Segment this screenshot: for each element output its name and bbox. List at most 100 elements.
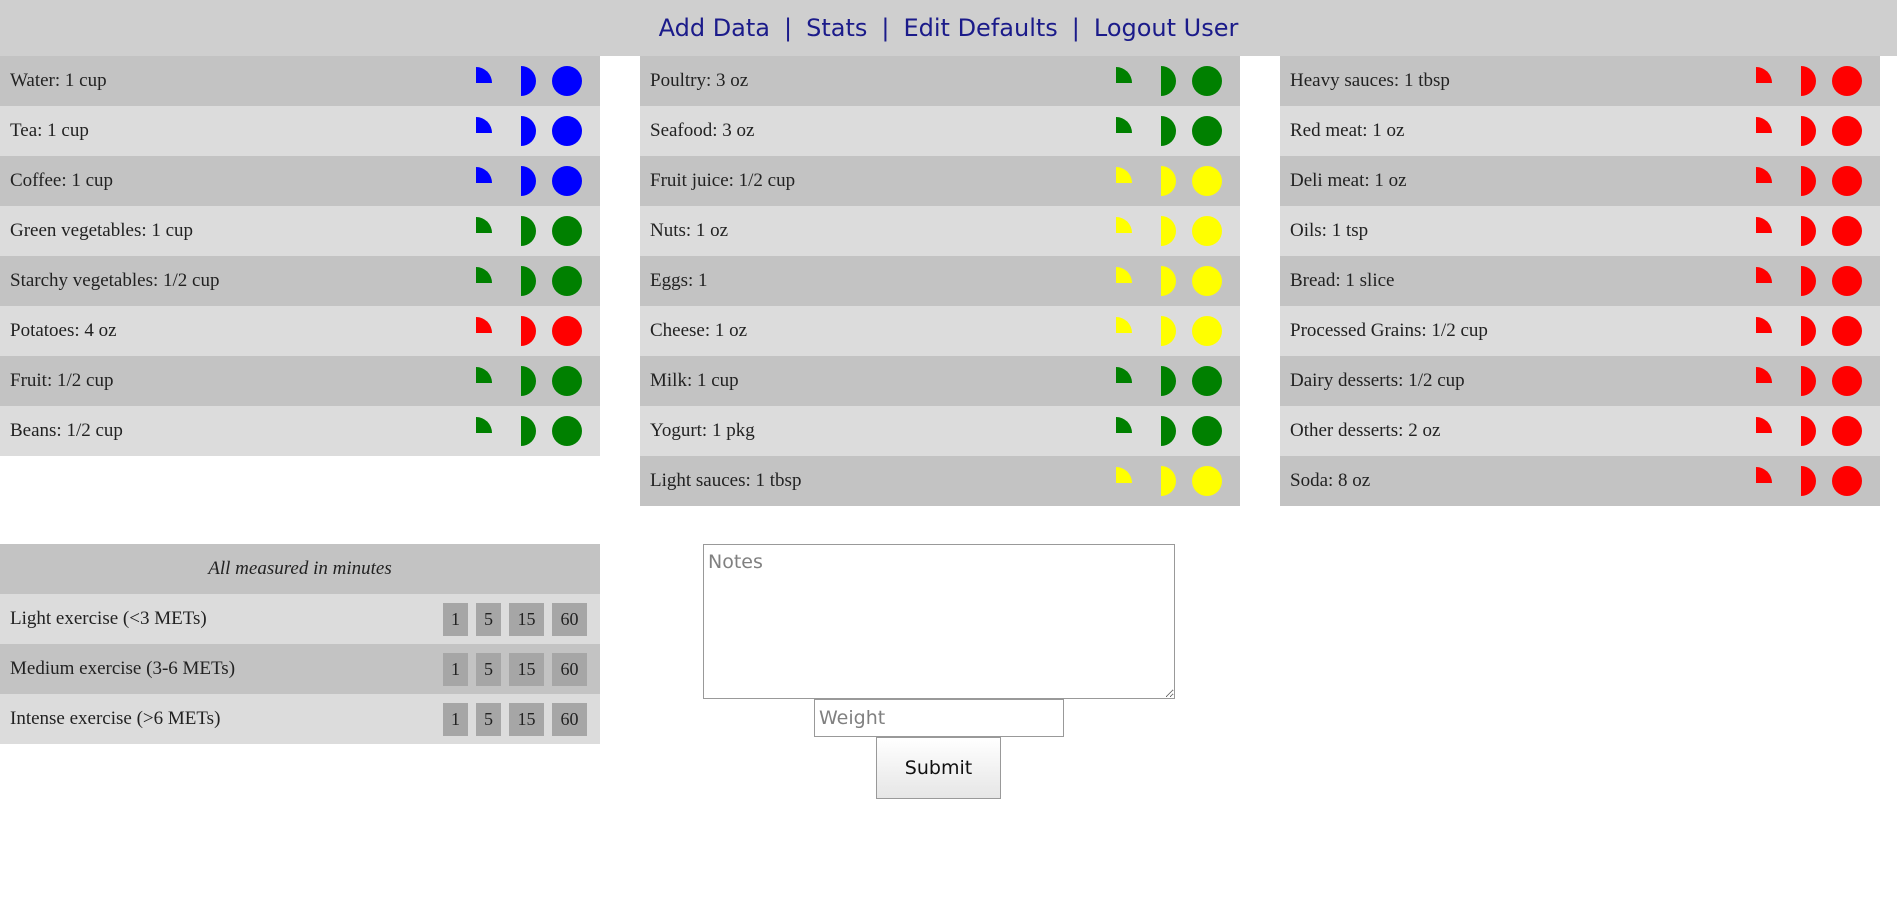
half-portion-button[interactable]	[521, 116, 537, 146]
quarter-portion-button[interactable]	[1756, 217, 1772, 233]
full-portion-button[interactable]	[1832, 266, 1862, 296]
full-portion-button[interactable]	[1832, 466, 1862, 496]
duration-button-60[interactable]: 60	[552, 603, 587, 636]
nav-stats-link[interactable]: Stats	[806, 14, 867, 42]
quarter-portion-button[interactable]	[1756, 417, 1772, 433]
full-portion-button[interactable]	[552, 66, 582, 96]
half-portion-button[interactable]	[1161, 66, 1177, 96]
quarter-portion-button[interactable]	[476, 317, 492, 333]
half-portion-button[interactable]	[1801, 366, 1817, 396]
full-portion-button[interactable]	[552, 216, 582, 246]
half-portion-button[interactable]	[521, 216, 537, 246]
half-portion-button[interactable]	[1801, 266, 1817, 296]
quarter-portion-button[interactable]	[1756, 367, 1772, 383]
duration-button-15[interactable]: 15	[509, 603, 544, 636]
quarter-portion-button[interactable]	[1756, 267, 1772, 283]
duration-button-5[interactable]: 5	[476, 653, 501, 686]
quarter-portion-button[interactable]	[1116, 267, 1132, 283]
half-portion-button[interactable]	[1801, 316, 1817, 346]
quarter-portion-button[interactable]	[476, 67, 492, 83]
half-portion-button[interactable]	[1161, 166, 1177, 196]
half-portion-button[interactable]	[1801, 216, 1817, 246]
full-portion-button[interactable]	[1832, 116, 1862, 146]
quarter-portion-button[interactable]	[1756, 117, 1772, 133]
half-portion-button[interactable]	[521, 366, 537, 396]
full-portion-button[interactable]	[552, 116, 582, 146]
half-portion-button[interactable]	[1801, 166, 1817, 196]
half-portion-button[interactable]	[1161, 416, 1177, 446]
duration-button-15[interactable]: 15	[509, 653, 544, 686]
full-portion-button[interactable]	[1832, 316, 1862, 346]
quarter-portion-button[interactable]	[1116, 217, 1132, 233]
quarter-portion-button[interactable]	[1116, 67, 1132, 83]
quarter-portion-button[interactable]	[1756, 167, 1772, 183]
half-portion-button[interactable]	[1161, 216, 1177, 246]
duration-button-5[interactable]: 5	[476, 603, 501, 636]
full-portion-button[interactable]	[552, 416, 582, 446]
half-portion-button[interactable]	[521, 416, 537, 446]
notes-textarea[interactable]	[703, 544, 1175, 699]
half-portion-button[interactable]	[1161, 316, 1177, 346]
nav-add-data-link[interactable]: Add Data	[659, 14, 770, 42]
submit-button[interactable]: Submit	[876, 737, 1001, 799]
quarter-portion-button[interactable]	[1116, 317, 1132, 333]
full-portion-button[interactable]	[552, 366, 582, 396]
quarter-portion-button[interactable]	[1116, 167, 1132, 183]
full-portion-button[interactable]	[552, 316, 582, 346]
full-portion-button[interactable]	[1192, 466, 1222, 496]
full-portion-button[interactable]	[1192, 316, 1222, 346]
quarter-portion-button[interactable]	[476, 217, 492, 233]
half-portion-button[interactable]	[1801, 116, 1817, 146]
quarter-portion-button[interactable]	[1756, 467, 1772, 483]
full-portion-button[interactable]	[1192, 366, 1222, 396]
full-circle-icon	[1832, 166, 1862, 196]
full-portion-button[interactable]	[1192, 66, 1222, 96]
duration-button-1[interactable]: 1	[443, 703, 468, 736]
half-portion-button[interactable]	[521, 266, 537, 296]
duration-button-1[interactable]: 1	[443, 603, 468, 636]
quarter-portion-button[interactable]	[1116, 467, 1132, 483]
quarter-portion-button[interactable]	[476, 167, 492, 183]
duration-button-60[interactable]: 60	[552, 653, 587, 686]
food-item-label: Seafood: 3 oz	[650, 120, 755, 141]
duration-button-5[interactable]: 5	[476, 703, 501, 736]
half-portion-button[interactable]	[521, 166, 537, 196]
quarter-portion-button[interactable]	[1116, 367, 1132, 383]
quarter-portion-button[interactable]	[476, 417, 492, 433]
weight-input[interactable]	[814, 699, 1064, 737]
duration-button-1[interactable]: 1	[443, 653, 468, 686]
half-portion-button[interactable]	[1801, 466, 1817, 496]
full-portion-button[interactable]	[1832, 66, 1862, 96]
half-portion-button[interactable]	[1161, 266, 1177, 296]
food-item-label: Light sauces: 1 tbsp	[650, 470, 802, 491]
quarter-portion-button[interactable]	[476, 117, 492, 133]
full-portion-button[interactable]	[552, 166, 582, 196]
quarter-portion-button[interactable]	[1756, 317, 1772, 333]
nav-logout-link[interactable]: Logout User	[1094, 14, 1239, 42]
quarter-portion-button[interactable]	[1756, 67, 1772, 83]
half-portion-button[interactable]	[1161, 366, 1177, 396]
full-portion-button[interactable]	[1192, 216, 1222, 246]
half-portion-button[interactable]	[1801, 66, 1817, 96]
full-portion-button[interactable]	[1192, 416, 1222, 446]
full-portion-button[interactable]	[1192, 166, 1222, 196]
quarter-portion-button[interactable]	[1116, 117, 1132, 133]
full-portion-button[interactable]	[1832, 216, 1862, 246]
full-portion-button[interactable]	[552, 266, 582, 296]
half-portion-button[interactable]	[1161, 466, 1177, 496]
quarter-portion-button[interactable]	[476, 267, 492, 283]
quarter-portion-button[interactable]	[476, 367, 492, 383]
quarter-portion-button[interactable]	[1116, 417, 1132, 433]
half-portion-button[interactable]	[1801, 416, 1817, 446]
duration-button-15[interactable]: 15	[509, 703, 544, 736]
half-portion-button[interactable]	[521, 66, 537, 96]
full-portion-button[interactable]	[1192, 116, 1222, 146]
full-portion-button[interactable]	[1832, 416, 1862, 446]
half-portion-button[interactable]	[1161, 116, 1177, 146]
half-portion-button[interactable]	[521, 316, 537, 346]
duration-button-60[interactable]: 60	[552, 703, 587, 736]
full-portion-button[interactable]	[1832, 166, 1862, 196]
nav-edit-defaults-link[interactable]: Edit Defaults	[903, 14, 1057, 42]
full-portion-button[interactable]	[1192, 266, 1222, 296]
full-portion-button[interactable]	[1832, 366, 1862, 396]
